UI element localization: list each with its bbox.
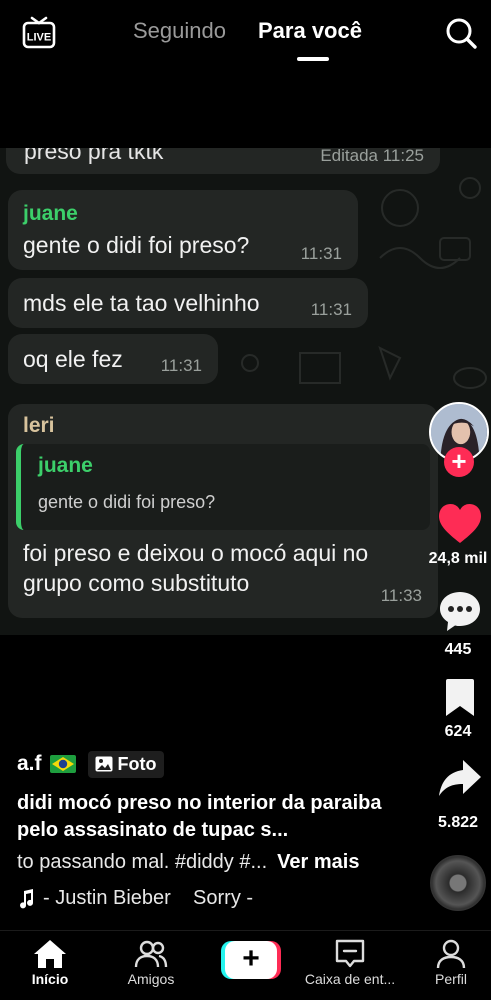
bottom-nav: Início Amigos + Caixa de ent... Perfil — [0, 930, 491, 1000]
search-icon[interactable] — [444, 16, 478, 50]
message-sender: juane — [23, 202, 78, 225]
chat-message: mds ele ta tao velhinho 11:31 — [8, 278, 368, 328]
plus-icon: + — [225, 941, 277, 979]
nav-friends[interactable]: Amigos — [106, 939, 196, 987]
chat-message: preso pra tktk Editada 11:25 — [6, 148, 440, 174]
music-info[interactable]: - Justin Bieber Sorry - — [17, 887, 253, 910]
nav-home[interactable]: Início — [5, 939, 95, 987]
message-time: 11:31 — [160, 356, 202, 375]
svg-text:LIVE: LIVE — [27, 32, 51, 44]
bookmark-icon[interactable] — [443, 678, 477, 718]
save-count: 624 — [444, 723, 472, 740]
message-text: preso pra tktk — [24, 148, 164, 164]
nav-inbox-label: Caixa de ent... — [304, 971, 396, 987]
nav-friends-label: Amigos — [127, 971, 175, 987]
author-name[interactable]: a.f — [17, 752, 42, 776]
brazil-flag-icon — [49, 755, 76, 773]
active-tab-indicator — [297, 57, 329, 61]
message-text: foi preso e deixou o mocó aqui no grupo … — [23, 540, 369, 596]
tab-following[interactable]: Seguindo — [133, 18, 226, 44]
chat-message-reply: leri juane gente o didi foi preso? foi p… — [8, 404, 438, 618]
follow-button[interactable]: + — [444, 447, 474, 477]
friends-icon — [134, 940, 168, 968]
message-sender: leri — [23, 414, 55, 437]
profile-icon — [436, 939, 466, 969]
music-disc[interactable] — [430, 855, 486, 911]
inbox-icon — [335, 939, 365, 968]
message-text: gente o didi foi preso? — [23, 232, 250, 258]
caption-title: didi mocó preso no interior da paraiba p… — [17, 792, 382, 841]
tab-for-you[interactable]: Para você — [258, 18, 362, 44]
quoted-text: gente o didi foi preso? — [38, 492, 216, 512]
quoted-sender: juane — [38, 454, 93, 477]
home-icon — [34, 940, 66, 968]
photo-badge-label: Foto — [117, 753, 157, 774]
nav-home-label: Início — [31, 971, 69, 987]
chat-message: oq ele fez 11:31 — [8, 334, 218, 384]
heart-icon[interactable] — [438, 503, 482, 545]
chat-message: juane gente o didi foi preso? 11:31 — [8, 190, 358, 270]
live-icon[interactable]: LIVE — [22, 16, 56, 50]
author-row: a.f Foto — [17, 748, 164, 780]
photo-badge: Foto — [87, 750, 164, 778]
top-bar: LIVE Seguindo Para você — [0, 0, 491, 80]
message-time: Editada 11:25 — [320, 148, 424, 165]
like-count: 24,8 mil — [428, 550, 488, 567]
share-icon[interactable] — [438, 758, 482, 800]
music-note-icon — [20, 888, 34, 908]
nav-profile[interactable]: Perfil — [406, 939, 491, 987]
message-time: 11:31 — [300, 244, 342, 263]
quoted-message: juane gente o didi foi preso? — [16, 444, 430, 530]
message-text: oq ele fez — [23, 346, 123, 372]
create-button[interactable]: + — [221, 941, 281, 979]
see-more-button[interactable]: Ver mais — [277, 851, 359, 873]
music-title: - Justin Bieber Sorry - — [43, 887, 254, 909]
message-time: 11:31 — [310, 300, 352, 319]
caption-text: to passando mal. #diddy #... — [17, 851, 268, 873]
share-count: 5.822 — [437, 814, 479, 831]
caption-description: to passando mal. #diddy #... Ver mais — [17, 849, 417, 875]
comment-icon[interactable] — [438, 589, 482, 633]
comment-count: 445 — [444, 641, 472, 658]
message-time: 11:33 — [380, 586, 422, 605]
photo-icon — [95, 756, 113, 772]
message-text: mds ele ta tao velhinho — [23, 290, 260, 316]
nav-inbox[interactable]: Caixa de ent... — [300, 939, 400, 987]
nav-profile-label: Perfil — [435, 971, 467, 987]
